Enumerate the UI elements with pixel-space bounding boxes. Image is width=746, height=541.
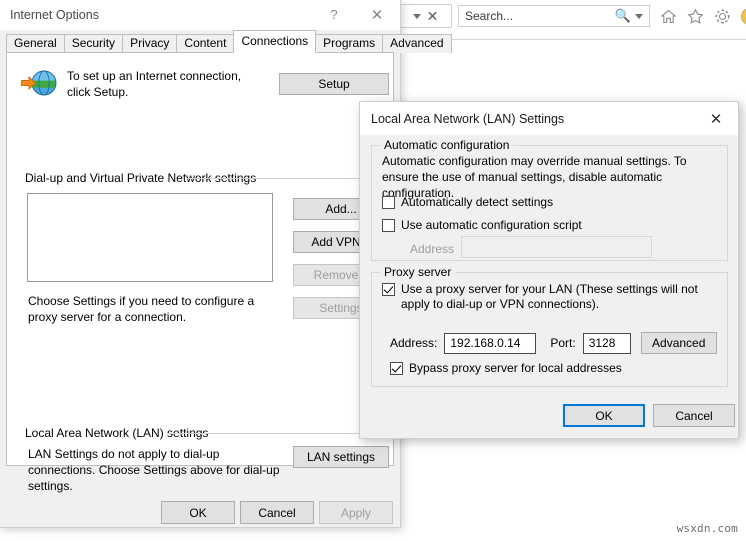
tab-content[interactable]: Content — [176, 34, 235, 53]
search-icon[interactable]: 🔍 — [615, 8, 631, 24]
lan-settings-button[interactable]: LAN settings — [293, 446, 389, 468]
setup-button[interactable]: Setup — [279, 73, 389, 95]
account-circle-icon[interactable] — [741, 7, 746, 25]
cancel-button[interactable]: Cancel — [240, 501, 314, 524]
dialup-group-rule — [187, 178, 387, 179]
favorites-star-icon[interactable] — [687, 8, 704, 25]
automatic-configuration-label: Automatic configuration — [380, 138, 514, 152]
search-placeholder: Search... — [465, 9, 514, 23]
auto-config-address-input — [461, 236, 652, 258]
dialup-connections-list[interactable] — [27, 193, 273, 282]
auto-config-script-checkbox[interactable]: Use automatic configuration script — [382, 218, 582, 232]
proxy-address-label: Address: — [390, 336, 438, 350]
checkbox-box[interactable] — [390, 362, 403, 375]
dialup-help-text: Choose Settings if you need to configure… — [28, 294, 255, 324]
checkbox-box[interactable] — [382, 196, 395, 209]
auto-detect-settings-label: Automatically detect settings — [401, 195, 554, 209]
tab-security[interactable]: Security — [63, 34, 124, 53]
search-input[interactable]: Search... 🔍 — [458, 5, 650, 27]
address-bar-controls: ✕ — [400, 4, 452, 28]
tab-strip: General Security Privacy Content Connect… — [0, 30, 452, 53]
watermark: wsxdn.com — [676, 522, 738, 535]
proxy-server-label: Proxy server — [380, 265, 456, 279]
proxy-port-input[interactable]: 3128 — [582, 332, 631, 354]
lan-cancel-button[interactable]: Cancel — [653, 404, 735, 427]
checkbox-box[interactable] — [382, 219, 395, 232]
proxy-port-label: Port: — [550, 336, 576, 350]
auto-detect-settings-checkbox[interactable]: Automatically detect settings — [382, 195, 553, 209]
auto-config-address-label: Address — [410, 242, 455, 256]
gear-icon[interactable] — [714, 8, 731, 25]
proxy-address-input[interactable]: 192.168.0.14 — [444, 332, 537, 354]
tab-advanced[interactable]: Advanced — [382, 34, 452, 53]
automatic-configuration-description: Automatic configuration may override man… — [382, 154, 687, 200]
use-proxy-label: Use a proxy server for your LAN (These s… — [401, 282, 698, 311]
chevron-down-icon[interactable] — [635, 13, 643, 19]
close-icon[interactable]: ✕ — [354, 0, 400, 30]
apply-button: Apply — [319, 501, 393, 524]
advanced-button[interactable]: Advanced — [640, 332, 717, 354]
checkbox-box[interactable] — [382, 283, 395, 296]
bypass-proxy-checkbox[interactable]: Bypass proxy server for local addresses — [390, 361, 622, 375]
lan-settings-dialog: Local Area Network (LAN) Settings ✕ Auto… — [359, 101, 739, 439]
proxy-address-row: Address: 192.168.0.14 Port: 3128 Advance… — [390, 332, 717, 354]
globe-with-arrow-icon — [20, 67, 59, 99]
setup-description: To set up an Internet connection, click … — [67, 69, 242, 99]
tab-connections[interactable]: Connections — [233, 30, 317, 53]
ok-button[interactable]: OK — [161, 501, 235, 524]
browser-icon-group — [660, 5, 746, 27]
help-button[interactable]: ? — [314, 0, 354, 30]
tab-privacy[interactable]: Privacy — [122, 34, 178, 53]
internet-options-titlebar: Internet Options ? ✕ — [0, 0, 400, 30]
home-icon[interactable] — [660, 8, 677, 25]
close-icon[interactable]: ✕ — [694, 102, 738, 135]
lan-settings-titlebar: Local Area Network (LAN) Settings ✕ — [360, 102, 738, 135]
lan-group-rule — [167, 433, 387, 434]
auto-config-script-label: Use automatic configuration script — [401, 218, 582, 232]
internet-options-dialog: Internet Options ? ✕ General Security Pr… — [0, 0, 452, 528]
tab-programs[interactable]: Programs — [315, 34, 384, 53]
tab-general[interactable]: General — [6, 34, 65, 53]
close-icon[interactable]: ✕ — [427, 9, 439, 23]
titlebar-buttons: ? ✕ — [314, 0, 400, 30]
bypass-proxy-label: Bypass proxy server for local addresses — [409, 361, 622, 375]
chevron-down-icon[interactable] — [412, 13, 421, 19]
connections-tab-panel: To set up an Internet connection, click … — [6, 52, 394, 493]
screen: ✕ Search... 🔍 Internet Options ? ✕ Gener… — [0, 0, 746, 541]
lan-ok-button[interactable]: OK — [563, 404, 645, 427]
page-title: Internet Options — [10, 7, 99, 22]
lan-settings-title: Local Area Network (LAN) Settings — [371, 111, 565, 126]
use-proxy-checkbox[interactable]: Use a proxy server for your LAN (These s… — [382, 282, 712, 312]
